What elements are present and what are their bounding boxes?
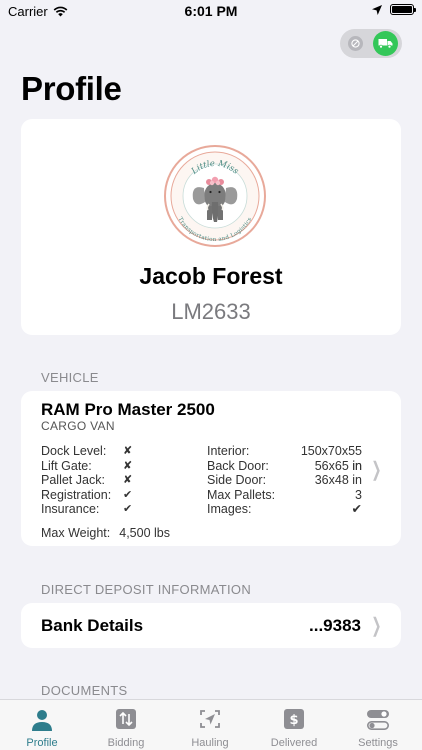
vehicle-dimensions-list: Interior: 150x70x55 in Back Door: 56x65 …	[207, 444, 362, 517]
spec-label: Dock Level:	[41, 444, 107, 458]
status-right-group	[372, 4, 416, 15]
dollar-icon: $	[284, 709, 304, 729]
max-weight-value: 4,500 lbs	[119, 526, 170, 540]
spec-row: Side Door: 36x48 in	[207, 473, 362, 488]
spec-row: Max Pallets: 3	[207, 488, 362, 503]
location-arrow-icon	[372, 4, 382, 15]
spec-row: Back Door: 56x65 in	[207, 459, 362, 474]
tab-hauling[interactable]: Hauling	[168, 700, 252, 750]
cross-mark-icon: ✘	[123, 459, 133, 472]
bidding-arrows-icon	[116, 709, 136, 729]
company-logo: Little Miss Transportation and Logistics	[164, 145, 266, 247]
spec-label: Side Door:	[207, 473, 267, 487]
max-weight-row: Max Weight: 4,500 lbs	[41, 526, 170, 540]
spec-label: Max Pallets:	[207, 487, 276, 502]
tab-bar: Profile Bidding Hauling $ Delivered Sett…	[0, 699, 422, 750]
availability-toggle[interactable]	[340, 29, 402, 58]
spec-value: 3	[355, 487, 362, 502]
spec-row: Insurance: ✔	[41, 502, 151, 517]
vehicle-card[interactable]: RAM Pro Master 2500 CARGO VAN Dock Level…	[21, 391, 401, 546]
checkmark-icon: ✔	[351, 502, 362, 516]
tab-label: Settings	[358, 737, 398, 749]
vehicle-name: RAM Pro Master 2500	[41, 400, 215, 419]
section-header-vehicle: VEHICLE	[41, 370, 99, 385]
page-title: Profile	[21, 70, 122, 107]
tab-delivered[interactable]: $ Delivered	[252, 700, 336, 750]
spec-value: 36x48 in	[314, 473, 362, 487]
spec-label: Interior:	[207, 444, 250, 458]
section-header-direct-deposit: DIRECT DEPOSIT INFORMATION	[41, 582, 252, 597]
chevron-right-icon: ❯	[371, 615, 382, 637]
clock: 6:01 PM	[184, 3, 238, 19]
spec-row: Dock Level: ✘	[41, 444, 151, 459]
driver-id: LM2633	[171, 299, 251, 324]
tab-label: Profile	[26, 737, 58, 749]
spec-value: 150x70x55 in	[300, 444, 362, 473]
chevron-right-icon: ❯	[371, 459, 382, 481]
cross-mark-icon: ✘	[123, 474, 133, 486]
bank-account-masked: ...9383	[309, 616, 361, 635]
spec-label: Back Door:	[207, 458, 269, 473]
spec-row: Registration: ✔	[41, 488, 151, 503]
vehicle-type: CARGO VAN	[41, 419, 115, 433]
tab-profile[interactable]: Profile	[0, 700, 84, 750]
tab-bidding[interactable]: Bidding	[84, 700, 168, 750]
spec-row: Lift Gate: ✘	[41, 459, 151, 474]
status-bar: Carrier 6:01 PM	[0, 0, 422, 22]
checkmark-icon: ✔	[123, 488, 133, 501]
hauling-navigation-icon	[200, 710, 220, 728]
driver-name: Jacob Forest	[139, 263, 283, 289]
max-weight-label: Max Weight:	[41, 526, 111, 540]
battery-icon	[390, 4, 416, 15]
spec-row: Images: ✔	[207, 502, 362, 517]
spec-row: Pallet Jack: ✘	[41, 473, 151, 488]
profile-card: Little Miss Transportation and Logistics…	[21, 119, 401, 335]
bank-details-row[interactable]: Bank Details ...9383 ❯	[21, 603, 401, 648]
spec-row: Interior: 150x70x55 in	[207, 444, 362, 473]
section-header-documents: DOCUMENTS	[41, 683, 128, 698]
cross-mark-icon: ✘	[123, 445, 133, 457]
unavailable-icon	[348, 36, 363, 51]
svg-text:$: $	[289, 713, 298, 728]
tab-label: Delivered	[270, 737, 318, 749]
delivery-truck-icon	[373, 31, 398, 56]
spec-label: Insurance:	[41, 502, 100, 516]
tab-label: Hauling	[191, 737, 229, 749]
spec-label: Images:	[207, 502, 252, 516]
spec-label: Lift Gate:	[41, 458, 92, 473]
bank-details-label: Bank Details	[41, 616, 144, 635]
spec-value: 56x65 in	[314, 458, 362, 473]
checkmark-icon: ✔	[123, 503, 133, 515]
tab-settings[interactable]: Settings	[336, 700, 420, 750]
person-icon	[32, 710, 52, 731]
toggles-icon	[366, 710, 389, 731]
vehicle-features-list: Dock Level: ✘ Lift Gate: ✘ Pallet Jack: …	[41, 444, 151, 517]
spec-label: Pallet Jack:	[41, 473, 105, 487]
tab-label: Bidding	[107, 737, 145, 749]
spec-label: Registration:	[41, 487, 112, 502]
